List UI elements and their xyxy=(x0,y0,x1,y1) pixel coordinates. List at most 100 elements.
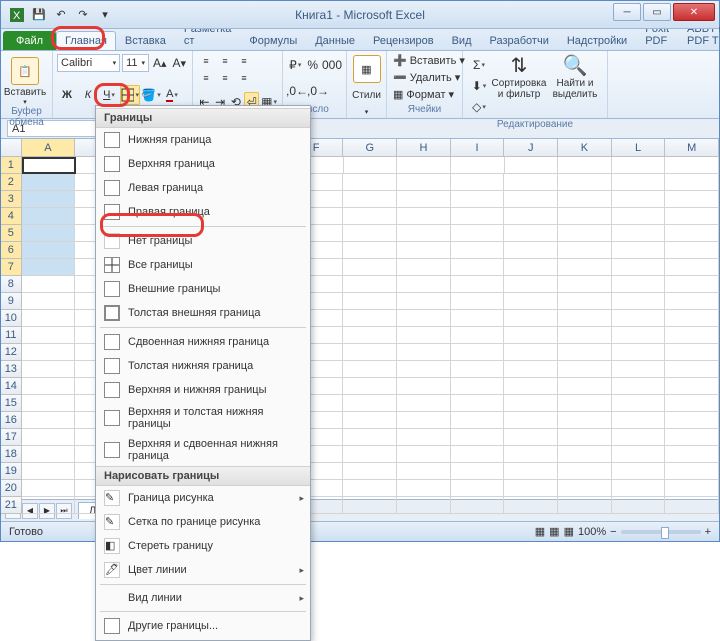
underline-button[interactable]: Ч▾ xyxy=(99,85,119,105)
align-bottom-icon[interactable]: ≡ xyxy=(235,53,253,69)
cell[interactable] xyxy=(22,361,76,378)
cell[interactable] xyxy=(397,378,451,395)
cell[interactable] xyxy=(612,395,666,412)
cell[interactable] xyxy=(451,293,505,310)
cell[interactable] xyxy=(504,174,558,191)
cell[interactable] xyxy=(558,361,612,378)
cell[interactable] xyxy=(397,344,451,361)
row-header[interactable]: 17 xyxy=(1,429,22,446)
cell[interactable] xyxy=(451,344,505,361)
cell[interactable] xyxy=(665,276,719,293)
cell[interactable] xyxy=(665,293,719,310)
delete-cells-button[interactable]: ➖Удалить ▾ xyxy=(391,70,458,85)
cell[interactable] xyxy=(504,429,558,446)
cell[interactable] xyxy=(451,446,505,463)
cell[interactable] xyxy=(451,191,505,208)
cell[interactable] xyxy=(665,361,719,378)
cell[interactable] xyxy=(451,463,505,480)
cell[interactable] xyxy=(558,429,612,446)
cell[interactable] xyxy=(558,395,612,412)
row-header[interactable]: 3 xyxy=(1,191,22,208)
cell[interactable] xyxy=(504,242,558,259)
currency-button[interactable]: ₽▾ xyxy=(287,55,304,75)
sort-filter-button[interactable]: ⇅ Сортировка и фильтр xyxy=(491,53,547,119)
tab-addins[interactable]: Надстройки xyxy=(558,31,636,50)
cell[interactable] xyxy=(397,208,451,225)
cell[interactable] xyxy=(451,361,505,378)
cell[interactable] xyxy=(558,378,612,395)
align-left-icon[interactable]: ≡ xyxy=(197,70,215,86)
cell[interactable] xyxy=(665,191,719,208)
cell[interactable] xyxy=(558,208,612,225)
dd-right-border[interactable]: Правая граница xyxy=(96,200,310,224)
zoom-slider[interactable] xyxy=(621,530,701,534)
cell[interactable] xyxy=(612,225,666,242)
cell[interactable] xyxy=(558,293,612,310)
cell[interactable] xyxy=(665,446,719,463)
styles-icon[interactable]: ▦ xyxy=(353,55,381,83)
row-header[interactable]: 2 xyxy=(1,174,22,191)
dd-no-border[interactable]: Нет границы xyxy=(96,229,310,253)
insert-cells-button[interactable]: ➕Вставить ▾ xyxy=(391,53,458,68)
row-header[interactable]: 15 xyxy=(1,395,22,412)
row-header[interactable]: 16 xyxy=(1,412,22,429)
dd-top-border[interactable]: Верхняя граница xyxy=(96,152,310,176)
cell[interactable] xyxy=(343,429,397,446)
cell[interactable] xyxy=(504,361,558,378)
cell[interactable] xyxy=(451,242,505,259)
cell[interactable] xyxy=(22,412,76,429)
row-header[interactable]: 5 xyxy=(1,225,22,242)
dd-top-double-bottom[interactable]: Верхняя и сдвоенная нижняя граница xyxy=(96,434,310,466)
cell[interactable] xyxy=(397,276,451,293)
find-select-button[interactable]: 🔍 Найти и выделить xyxy=(547,53,603,119)
cell[interactable] xyxy=(451,429,505,446)
cell[interactable] xyxy=(22,293,76,310)
dd-thick-bottom[interactable]: Толстая нижняя граница xyxy=(96,354,310,378)
cell[interactable] xyxy=(397,429,451,446)
row-header[interactable]: 8 xyxy=(1,276,22,293)
minimize-button[interactable]: ─ xyxy=(613,3,641,21)
fill-color-button[interactable]: 🪣▾ xyxy=(141,85,161,105)
dd-top-thick-bottom[interactable]: Верхняя и толстая нижняя границы xyxy=(96,402,310,434)
qat-customize-icon[interactable]: ▾ xyxy=(95,5,115,25)
row-header[interactable]: 13 xyxy=(1,361,22,378)
cell[interactable] xyxy=(22,259,76,276)
cell[interactable] xyxy=(612,480,666,497)
align-top-icon[interactable]: ≡ xyxy=(197,53,215,69)
cell[interactable] xyxy=(22,310,76,327)
cell[interactable] xyxy=(504,344,558,361)
cell[interactable] xyxy=(558,242,612,259)
align-middle-icon[interactable]: ≡ xyxy=(216,53,234,69)
cell[interactable] xyxy=(504,446,558,463)
cell[interactable] xyxy=(612,412,666,429)
cell[interactable] xyxy=(665,412,719,429)
increase-decimal-icon[interactable]: ,0← xyxy=(287,81,307,101)
cell[interactable] xyxy=(612,174,666,191)
cell[interactable] xyxy=(343,327,397,344)
cell[interactable] xyxy=(505,157,559,174)
dd-top-bottom[interactable]: Верхняя и нижняя границы xyxy=(96,378,310,402)
col-header[interactable]: G xyxy=(343,139,397,156)
fill-button[interactable]: ⬇▾ xyxy=(469,76,489,96)
tab-file[interactable]: Файл xyxy=(3,31,56,50)
cell[interactable] xyxy=(397,412,451,429)
zoom-out-button[interactable]: − xyxy=(610,526,616,538)
italic-button[interactable]: К xyxy=(78,85,98,105)
cell[interactable] xyxy=(612,327,666,344)
cell[interactable] xyxy=(558,276,612,293)
cell[interactable] xyxy=(612,344,666,361)
cell[interactable] xyxy=(343,361,397,378)
row-header[interactable]: 19 xyxy=(1,463,22,480)
cell[interactable] xyxy=(397,361,451,378)
col-header[interactable]: H xyxy=(397,139,451,156)
cell[interactable] xyxy=(451,276,505,293)
cell[interactable] xyxy=(451,174,505,191)
cell[interactable] xyxy=(22,208,76,225)
tab-formulas[interactable]: Формулы xyxy=(240,31,306,50)
col-header[interactable]: K xyxy=(558,139,612,156)
cell[interactable] xyxy=(665,242,719,259)
cell[interactable] xyxy=(451,259,505,276)
cell[interactable] xyxy=(612,429,666,446)
cell[interactable] xyxy=(558,310,612,327)
bold-button[interactable]: Ж xyxy=(57,85,77,105)
